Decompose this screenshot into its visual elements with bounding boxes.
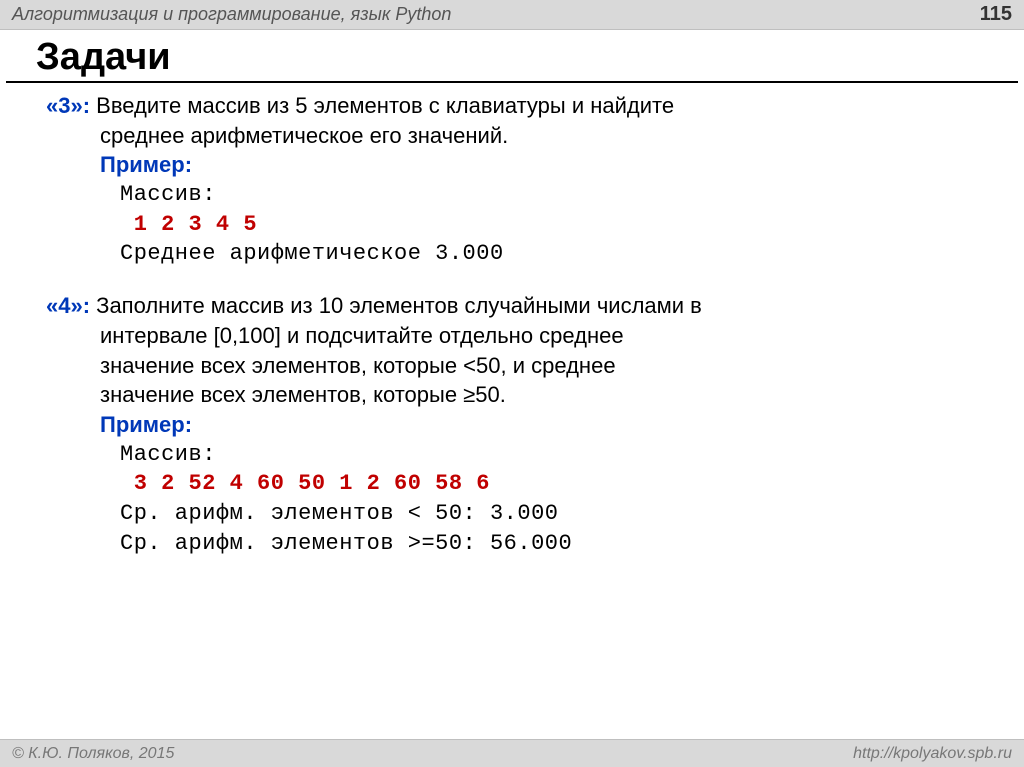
task-label-3: «3»:	[46, 93, 90, 118]
task-3-text-1: Введите массив из 5 элементов с клавиату…	[90, 93, 674, 118]
task-label-4: «4»:	[46, 293, 90, 318]
task-4-text-4: значение всех элементов, которые ≥50.	[46, 380, 984, 410]
example-label-4: Пример:	[100, 412, 192, 437]
task-4: «4»: Заполните массив из 10 элементов сл…	[46, 291, 984, 558]
task-4-text-3: значение всех элементов, которые <50, и …	[46, 351, 984, 381]
task-3-text-2: среднее арифметическое его значений.	[46, 121, 984, 151]
page-number: 115	[980, 3, 1012, 26]
source-url: http://kpolyakov.spb.ru	[853, 745, 1012, 763]
task-4-result-1: Ср. арифм. элементов < 50: 3.000	[46, 499, 984, 529]
task-4-result-2: Ср. арифм. элементов >=50: 56.000	[46, 529, 984, 559]
slide-content: «3»: Введите массив из 5 элементов с кла…	[0, 83, 1024, 558]
task-4-text-2: интервале [0,100] и подсчитайте отдельно…	[46, 321, 984, 351]
course-title: Алгоритмизация и программирование, язык …	[12, 4, 451, 25]
task-4-array-values: 3 2 52 4 60 50 1 2 60 58 6	[46, 469, 984, 499]
task-3-array-label: Массив:	[46, 180, 984, 210]
task-4-text-1: Заполните массив из 10 элементов случайн…	[90, 293, 702, 318]
task-3-result: Среднее арифметическое 3.000	[46, 239, 984, 269]
example-label-3: Пример:	[100, 152, 192, 177]
slide-title: Задачи	[6, 30, 1018, 83]
task-4-array-label: Массив:	[46, 440, 984, 470]
task-3-array-values: 1 2 3 4 5	[46, 210, 984, 240]
slide-footer: © К.Ю. Поляков, 2015 http://kpolyakov.sp…	[0, 739, 1024, 767]
slide-header: Алгоритмизация и программирование, язык …	[0, 0, 1024, 30]
task-3: «3»: Введите массив из 5 элементов с кла…	[46, 91, 984, 269]
copyright: © К.Ю. Поляков, 2015	[12, 745, 174, 763]
